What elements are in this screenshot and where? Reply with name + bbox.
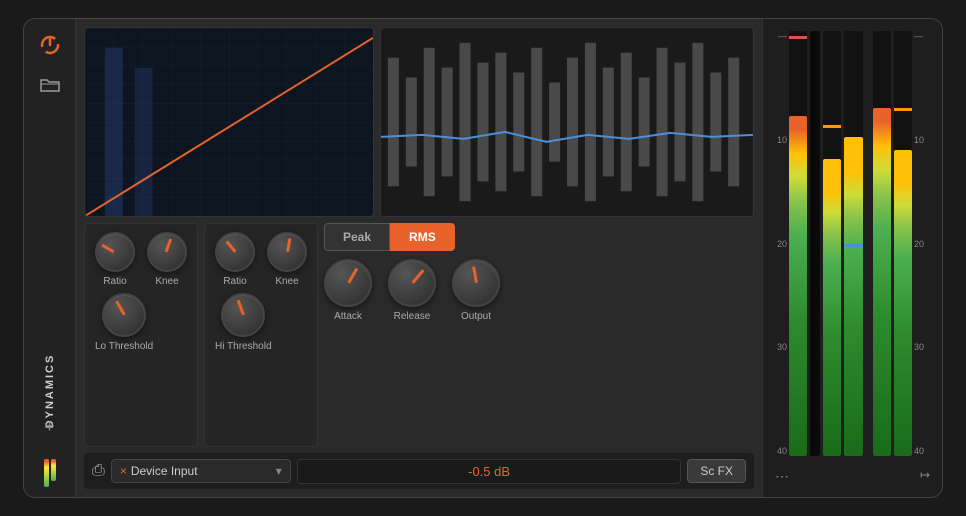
power-button[interactable]	[36, 31, 64, 59]
lo-knee-col: Knee	[147, 232, 187, 287]
hi-threshold-col: Hi Threshold	[215, 293, 272, 352]
hi-knob-row: Ratio Knee	[215, 232, 307, 287]
meter-gap	[866, 31, 870, 456]
lo-threshold-row: Lo Threshold	[95, 293, 187, 352]
device-icon: ⎙	[92, 462, 105, 480]
add-left-button[interactable]: +	[44, 416, 55, 437]
mini-meter-left	[44, 459, 56, 487]
attack-col: Attack	[324, 259, 372, 322]
hi-threshold-row: Hi Threshold	[215, 293, 307, 352]
transfer-graph	[84, 27, 374, 217]
lo-knee-knob[interactable]	[147, 232, 187, 272]
waveform-display	[380, 27, 754, 217]
meter-bar-5	[894, 31, 912, 456]
close-icon: ×	[120, 464, 127, 478]
lo-ratio-label: Ratio	[103, 276, 126, 287]
lo-ratio-knob[interactable]	[95, 232, 135, 272]
folder-button[interactable]	[36, 71, 64, 99]
lo-ratio-col: Ratio	[95, 232, 135, 287]
plugin-container: DYNAMICS +	[23, 18, 943, 498]
lo-threshold-label: Lo Threshold	[95, 341, 153, 352]
meter-bar-1	[789, 31, 807, 456]
hi-knee-col: Knee	[267, 232, 307, 287]
release-label: Release	[394, 311, 431, 322]
hi-ratio-label: Ratio	[223, 276, 246, 287]
sc-fx-button[interactable]: Sc FX	[687, 459, 746, 483]
main-content: Ratio Knee Lo Threshold	[76, 19, 762, 497]
top-section	[84, 27, 754, 217]
lo-threshold-knob[interactable]	[102, 293, 146, 337]
controls-section: Ratio Knee Lo Threshold	[84, 223, 754, 447]
meter-bar-dark	[810, 31, 820, 456]
attack-release-row: Attack Release Output	[324, 259, 524, 322]
attack-knob[interactable]	[324, 259, 372, 307]
left-sidebar: DYNAMICS +	[24, 19, 76, 497]
meter-bar-3	[844, 31, 862, 456]
device-input-label: Device Input	[131, 464, 198, 478]
right-controls: Peak RMS Attack Release	[324, 223, 524, 447]
meter-bar-2	[823, 31, 841, 456]
hi-ratio-col: Ratio	[215, 232, 255, 287]
lo-knob-row: Ratio Knee	[95, 232, 187, 287]
hi-threshold-group: Ratio Knee Hi Threshold	[204, 223, 318, 447]
arrow-icon[interactable]: ↦	[920, 468, 930, 485]
meter-bar-4	[873, 31, 891, 456]
hi-knee-label: Knee	[275, 276, 298, 287]
lo-knee-label: Knee	[155, 276, 178, 287]
peak-rms-row: Peak RMS	[324, 223, 524, 251]
lo-threshold-group: Ratio Knee Lo Threshold	[84, 223, 198, 447]
right-panel-bottom: ⋯ ↦	[767, 464, 938, 489]
release-knob[interactable]	[388, 259, 436, 307]
device-input-select[interactable]: × Device Input ▾	[111, 459, 291, 483]
hi-knee-knob[interactable]	[267, 232, 307, 272]
lo-threshold-col: Lo Threshold	[95, 293, 153, 352]
rms-button[interactable]: RMS	[390, 223, 455, 251]
peak-button[interactable]: Peak	[324, 223, 390, 251]
db-display: -0.5 dB	[297, 459, 682, 484]
hi-threshold-knob[interactable]	[221, 293, 265, 337]
output-knob[interactable]	[452, 259, 500, 307]
meter-scale-right: — 10 20 30 40	[914, 27, 938, 460]
attack-label: Attack	[334, 311, 362, 322]
output-col: Output	[452, 259, 500, 322]
bottom-bar: ⎙ × Device Input ▾ -0.5 dB Sc FX	[84, 453, 754, 489]
right-meter-panel: — 10 20 30 40	[762, 19, 942, 497]
meter-scale-left: — 10 20 30 40	[767, 27, 787, 460]
dropdown-arrow-icon: ▾	[276, 464, 282, 478]
dots-icon[interactable]: ⋯	[775, 468, 789, 485]
output-label: Output	[461, 311, 491, 322]
hi-ratio-knob[interactable]	[215, 232, 255, 272]
release-col: Release	[388, 259, 436, 322]
hi-threshold-label: Hi Threshold	[215, 341, 272, 352]
